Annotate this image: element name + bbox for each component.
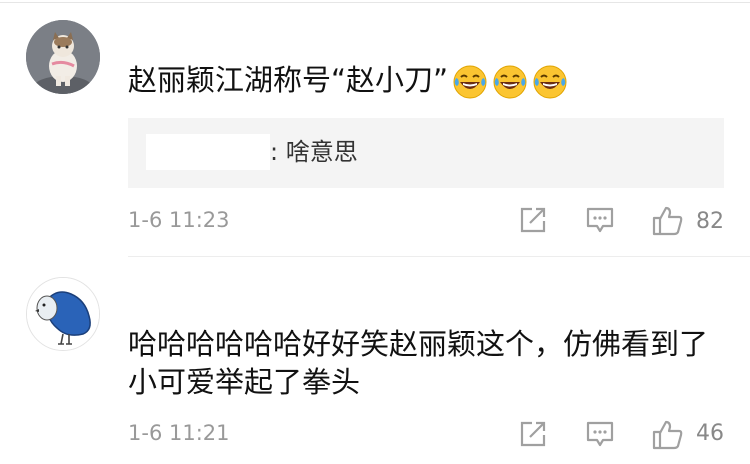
avatar[interactable] [26,277,100,351]
reply-username-redacted [146,134,270,170]
like-button[interactable] [651,205,685,241]
avatar[interactable] [26,20,100,94]
comment-icon [586,421,614,447]
laughing-tears-icon [453,65,487,99]
comment-item: 赵丽颖江湖称号“赵小刀” : 啥意思 1-6 11:23 82 [0,0,750,256]
cat-avatar-icon [26,20,100,94]
like-button[interactable] [651,419,685,455]
comment-text: 赵丽颖江湖称号“赵小刀” [128,61,568,100]
like-count: 82 [696,209,724,234]
share-button[interactable] [518,205,548,239]
laughing-tears-icon [533,65,567,99]
share-icon [520,421,546,447]
comment-button[interactable] [585,205,615,239]
bird-avatar-icon [27,278,99,350]
laughing-tears-icon [493,65,527,99]
like-count: 46 [696,421,724,446]
comment-icon [586,207,614,233]
comment-text: 哈哈哈哈哈哈好好笑赵丽颖这个，仿佛看到了小可爱举起了拳头 [128,327,709,399]
comment-divider [128,256,750,257]
share-button[interactable] [518,419,548,453]
share-icon [520,207,546,233]
comment-timestamp: 1-6 11:21 [128,421,230,445]
comment-timestamp: 1-6 11:23 [128,208,230,232]
thumbs-up-icon [652,206,683,236]
reply-text: : 啥意思 [270,138,358,166]
comment-button[interactable] [585,419,615,453]
thumbs-up-icon [652,420,683,450]
